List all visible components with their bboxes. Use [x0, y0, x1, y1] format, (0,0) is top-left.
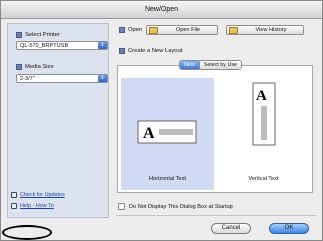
printer-select[interactable]: QL-570_BRPTUSB ⇕	[16, 41, 108, 50]
media-size-select[interactable]: 2-3/7" ⇕	[16, 74, 108, 83]
help-how-to-link[interactable]: Help - How To	[11, 203, 54, 209]
vertical-text-option[interactable]: A Vertical Text	[217, 78, 310, 190]
create-layout-label: Create a New Layout	[128, 48, 183, 54]
divider	[116, 215, 316, 216]
horizontal-text-icon: A	[137, 120, 197, 144]
vertical-text-label: Vertical Text	[248, 176, 279, 182]
open-row: Open	[119, 27, 142, 33]
open-file-button[interactable]: Open File	[146, 25, 218, 35]
check-updates-label: Check for Updates	[20, 192, 65, 198]
update-icon	[11, 192, 17, 198]
create-icon	[119, 48, 125, 54]
open-icon	[119, 27, 125, 33]
tab-select-by-use[interactable]: Select by Use	[198, 61, 242, 69]
window-title: New/Open	[144, 6, 179, 13]
horizontal-text-label: Horizontal Text	[149, 176, 186, 182]
create-layout-row: Create a New Layout	[119, 48, 182, 54]
help-icon	[11, 203, 17, 209]
startup-checkbox-label: Do Not Display This Dialog Box at Startu…	[129, 203, 233, 210]
popup-arrows-icon: ⇕	[98, 42, 107, 49]
open-file-label: Open File	[175, 27, 201, 33]
svg-text:A: A	[143, 125, 155, 142]
open-label: Open	[128, 27, 143, 33]
printer-select-value: QL-570_BRPTUSB	[20, 43, 69, 49]
media-size-select-value: 2-3/7"	[20, 76, 35, 82]
media-size-heading: Media Size	[16, 64, 54, 70]
popup-arrows-icon: ⇕	[98, 75, 107, 82]
media-icon	[16, 64, 22, 70]
help-how-to-label: Help - How To	[20, 203, 54, 209]
layout-choices-panel: A Horizontal Text A Vertical Text	[117, 65, 313, 193]
printer-icon	[16, 32, 22, 38]
select-printer-heading: Select Printer	[16, 32, 60, 38]
folder-icon	[149, 27, 158, 34]
highlight-ellipse	[2, 225, 52, 240]
sidebar: Select Printer QL-570_BRPTUSB ⇕ Media Si…	[7, 23, 109, 218]
media-size-label: Media Size	[25, 64, 54, 70]
view-history-label: View History	[255, 27, 287, 33]
title-bar: New/Open	[1, 1, 322, 19]
select-printer-label: Select Printer	[25, 32, 60, 38]
cancel-button[interactable]: Cancel	[211, 223, 251, 234]
horizontal-text-option[interactable]: A Horizontal Text	[121, 78, 214, 190]
check-updates-link[interactable]: Check for Updates	[11, 192, 65, 198]
history-icon	[229, 27, 238, 34]
new-open-window: New/Open Select Printer QL-570_BRPTUSB ⇕…	[0, 0, 323, 241]
ok-button[interactable]: OK	[269, 223, 309, 234]
layout-tabs: New Select by Use	[179, 60, 243, 70]
startup-checkbox-row[interactable]: Do Not Display This Dialog Box at Startu…	[118, 203, 233, 210]
svg-text:A: A	[256, 88, 267, 104]
startup-checkbox[interactable]	[118, 203, 125, 210]
vertical-text-icon: A	[252, 82, 276, 146]
tab-new[interactable]: New	[180, 61, 199, 69]
view-history-button[interactable]: View History	[226, 25, 304, 35]
